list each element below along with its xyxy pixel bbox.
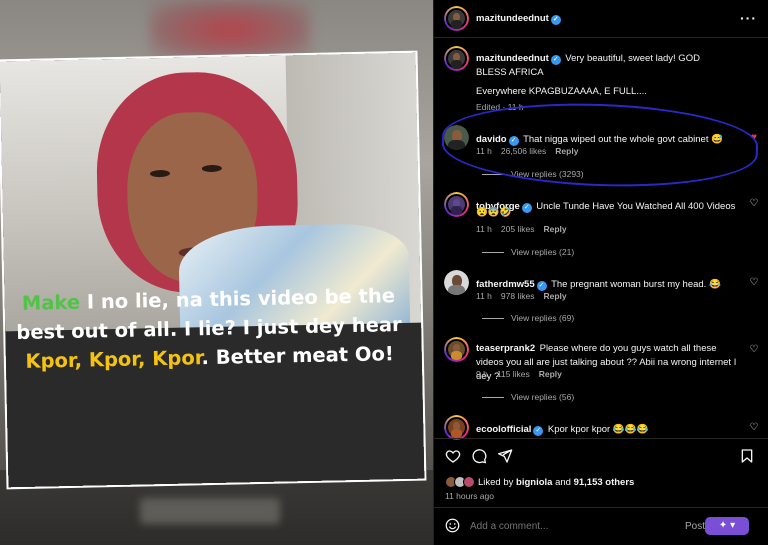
comment-meta: 11 h 26,506 likes Reply xyxy=(476,146,587,156)
comment-meta: 9 h 115 likes Reply xyxy=(476,369,571,379)
comment-time: 11 h xyxy=(476,224,492,234)
comment: fatherdmw55 ✓ The pregnant woman burst my… xyxy=(476,274,746,292)
liker-avatars[interactable] xyxy=(445,476,481,488)
sparkle-icon: ✦ xyxy=(718,520,728,531)
author-avatar[interactable] xyxy=(444,6,469,31)
liked-by-prefix: Liked by xyxy=(478,477,517,488)
comment-username[interactable]: ecoolofficial xyxy=(476,424,531,435)
comment-like-heart-icon[interactable]: ♡ xyxy=(749,199,759,209)
view-replies-button[interactable]: View replies (3293) xyxy=(482,169,584,179)
ai-assist-button[interactable]: ✦ ▾ xyxy=(705,517,749,535)
comments-panel: mazitundeednut ✓ ··· mazitundeednut ✓ Very… xyxy=(433,0,768,545)
comment-username[interactable]: davido xyxy=(476,134,507,145)
comment-icon[interactable] xyxy=(471,448,487,464)
comment: ecoolofficial ✓ Kpor kpor kpor 😂😂😂 xyxy=(476,419,746,437)
verified-badge-icon: ✓ xyxy=(550,15,561,25)
verified-badge-icon: ✓ xyxy=(536,281,547,291)
view-replies-button[interactable]: View replies (21) xyxy=(482,247,574,257)
reply-button[interactable]: Reply xyxy=(543,291,566,301)
comment-username[interactable]: teaserprank2 xyxy=(476,343,535,354)
liked-by-and: and xyxy=(552,477,574,488)
composer-divider xyxy=(434,507,768,508)
caption-avatar[interactable] xyxy=(444,46,469,71)
reply-button[interactable]: Reply xyxy=(555,146,578,156)
comment: tobyforge ✓ Uncle Tunde Have You Watched … xyxy=(476,196,746,214)
smiley-icon[interactable] xyxy=(445,518,460,533)
caption-comment: mazitundeednut ✓ Very beautiful, sweet la… xyxy=(476,51,726,79)
comment-time: 11 h xyxy=(476,291,492,301)
comment: davido ✓ That nigga wiped out the whole g… xyxy=(476,129,746,147)
commenter-avatar[interactable] xyxy=(444,415,469,440)
view-replies-button[interactable]: View replies (56) xyxy=(482,392,574,402)
media-caption: Make I no lie, na this video be the best… xyxy=(13,281,405,376)
comment-text: The pregnant woman burst my head. 😂 xyxy=(551,279,721,290)
comment-like-heart-icon[interactable]: ♡ xyxy=(749,345,759,355)
comment-username[interactable]: fatherdmw55 xyxy=(476,279,535,290)
comment-likes[interactable]: 205 likes xyxy=(501,224,535,234)
heart-icon[interactable] xyxy=(445,448,461,464)
comment-likes[interactable]: 978 likes xyxy=(501,291,535,301)
actions-divider xyxy=(434,438,768,439)
comment-input[interactable] xyxy=(470,518,670,534)
post-timestamp: 11 hours ago xyxy=(445,491,494,501)
caption-kpor: Kpor, Kpor, Kpor xyxy=(25,346,202,373)
view-replies-label[interactable]: View replies (56) xyxy=(511,392,574,402)
comment-likes[interactable]: 26,506 likes xyxy=(501,146,546,156)
media-blurred-background xyxy=(150,0,310,60)
send-icon[interactable] xyxy=(497,448,513,464)
video-frame-card[interactable] xyxy=(0,52,425,488)
view-replies-button[interactable]: View replies (69) xyxy=(482,313,574,323)
comment-text: Kpor kpor kpor 😂😂😂 xyxy=(547,424,649,435)
post-button[interactable]: Post xyxy=(685,521,705,532)
comment-likes[interactable]: 115 likes xyxy=(497,369,530,379)
view-replies-label[interactable]: View replies (69) xyxy=(511,313,574,323)
post-media: Make I no lie, na this video be the best… xyxy=(0,0,433,545)
header-username[interactable]: mazitundeednut xyxy=(476,13,549,24)
commenter-avatar[interactable] xyxy=(444,337,469,362)
comment-text: That nigga wiped out the whole govt cabi… xyxy=(523,134,723,145)
reply-button[interactable]: Reply xyxy=(539,369,562,379)
caption-text-2: . Better meat Oo! xyxy=(201,342,394,370)
caption-username[interactable]: mazitundeednut xyxy=(476,53,549,64)
verified-badge-icon: ✓ xyxy=(550,55,561,65)
commenter-avatar[interactable] xyxy=(444,270,469,295)
reply-button[interactable]: Reply xyxy=(543,224,566,234)
comment-time: 11 h xyxy=(476,146,492,156)
liked-by-summary: Liked by bigniola and 91,153 others xyxy=(478,477,634,488)
caption-word-make: Make xyxy=(21,290,81,315)
commenter-avatar[interactable] xyxy=(444,125,469,150)
media-blurred-text xyxy=(140,498,280,524)
comment-meta: 11 h 978 likes Reply xyxy=(476,291,576,301)
liked-by-others[interactable]: 91,153 others xyxy=(574,477,635,488)
comment-time: 9 h xyxy=(476,369,488,379)
bookmark-icon[interactable] xyxy=(739,448,755,464)
header-username-row[interactable]: mazitundeednut ✓ xyxy=(476,13,561,25)
caption-meta: Edited · 11 h xyxy=(476,102,524,112)
header-divider xyxy=(434,37,768,38)
chevron-down-icon: ▾ xyxy=(730,520,736,531)
more-horizontal-icon[interactable]: ··· xyxy=(740,10,757,26)
comment-text: Uncle Tunde Have You Watched All 400 Vid… xyxy=(536,201,736,212)
caption-text-line2: Everywhere KPAGBUZAAAA, E FULL.... xyxy=(476,86,647,97)
comment-like-heart-icon[interactable]: ♡ xyxy=(749,423,759,433)
comment-meta: 11 h 205 likes Reply xyxy=(476,224,576,234)
comment-like-heart-icon[interactable]: ♥ xyxy=(749,133,759,143)
verified-badge-icon: ✓ xyxy=(508,136,519,146)
view-replies-label[interactable]: View replies (21) xyxy=(511,247,574,257)
verified-badge-icon: ✓ xyxy=(521,203,532,213)
liked-by-user[interactable]: bigniola xyxy=(516,477,552,488)
verified-badge-icon: ✓ xyxy=(533,426,544,436)
comment-like-heart-icon[interactable]: ♡ xyxy=(749,278,759,288)
comment-emojis: 😧😨🤣 xyxy=(476,207,512,218)
view-replies-label[interactable]: View replies (3293) xyxy=(511,169,584,179)
commenter-avatar[interactable] xyxy=(444,192,469,217)
